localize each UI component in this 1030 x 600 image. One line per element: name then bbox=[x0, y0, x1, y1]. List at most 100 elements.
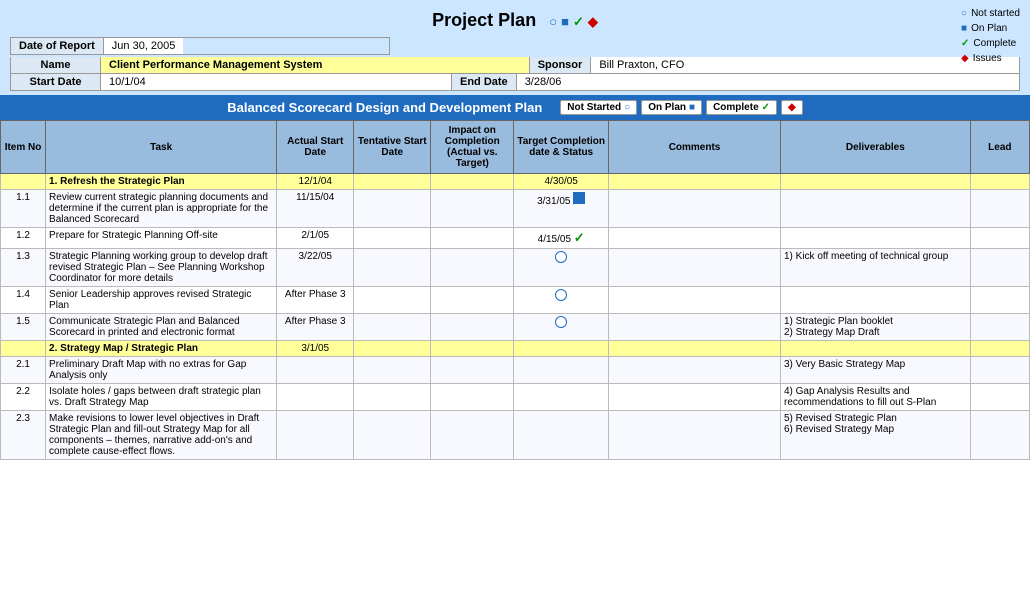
cell-deliverables: 1) Kick off meeting of technical group bbox=[780, 249, 970, 287]
cell-lead bbox=[970, 384, 1029, 411]
cell-task: 1. Refresh the Strategic Plan bbox=[46, 174, 277, 190]
sponsor-value: Bill Praxton, CFO bbox=[591, 57, 1019, 73]
cell-deliverables: 5) Revised Strategic Plan6) Revised Stra… bbox=[780, 411, 970, 460]
cell-actual-start: 2/1/05 bbox=[277, 228, 354, 249]
issues-icon: ◆ bbox=[961, 51, 969, 66]
status-circle-icon bbox=[555, 316, 567, 328]
cell-impact bbox=[431, 314, 514, 341]
cell-impact bbox=[431, 249, 514, 287]
cell-itemno bbox=[1, 174, 46, 190]
cell-deliverables: 1) Strategic Plan booklet2) Strategy Map… bbox=[780, 314, 970, 341]
cell-actual-start: After Phase 3 bbox=[277, 314, 354, 341]
cell-task: Senior Leadership approves revised Strat… bbox=[46, 287, 277, 314]
cell-tentative-start bbox=[354, 287, 431, 314]
cell-deliverables bbox=[780, 228, 970, 249]
status-square-icon bbox=[573, 192, 585, 204]
cell-itemno: 2.3 bbox=[1, 411, 46, 460]
table-row: 1.4 Senior Leadership approves revised S… bbox=[1, 287, 1030, 314]
col-header-tentative-start: Tentative Start Date bbox=[354, 121, 431, 174]
table-row: 2.1 Preliminary Draft Map with no extras… bbox=[1, 357, 1030, 384]
status-circle-icon bbox=[555, 251, 567, 263]
cell-deliverables bbox=[780, 287, 970, 314]
cell-tentative-start bbox=[354, 411, 431, 460]
cell-tentative-start bbox=[354, 384, 431, 411]
cell-actual-start bbox=[277, 357, 354, 384]
on-plan-icon: ■ bbox=[961, 21, 967, 36]
badge-not-started[interactable]: Not Started ○ bbox=[560, 100, 637, 115]
legend: ○ Not started ■ On Plan ✓ Complete ◆ Iss… bbox=[961, 6, 1020, 66]
cell-impact bbox=[431, 174, 514, 190]
cell-deliverables bbox=[780, 341, 970, 357]
cell-target: 3/31/05 bbox=[514, 190, 609, 228]
cell-impact bbox=[431, 341, 514, 357]
cell-itemno: 1.5 bbox=[1, 314, 46, 341]
diamond-icon: ◆ bbox=[588, 14, 598, 30]
cell-comments bbox=[609, 190, 781, 228]
cell-task: Make revisions to lower level objectives… bbox=[46, 411, 277, 460]
legend-complete: ✓ Complete bbox=[961, 36, 1020, 51]
page-title: Project Plan ○ ■ ✓ ◆ bbox=[10, 6, 1020, 33]
cell-target bbox=[514, 384, 609, 411]
legend-issues: ◆ Issues bbox=[961, 51, 1020, 66]
name-label: Name bbox=[11, 57, 101, 73]
start-label: Start Date bbox=[11, 74, 101, 90]
cell-target bbox=[514, 287, 609, 314]
circle-icon: ○ bbox=[549, 14, 557, 29]
check-icon: ✓ bbox=[573, 14, 584, 30]
cell-impact bbox=[431, 228, 514, 249]
cell-comments bbox=[609, 228, 781, 249]
cell-comments bbox=[609, 341, 781, 357]
cell-actual-start: After Phase 3 bbox=[277, 287, 354, 314]
status-badges: Not Started ○ On Plan ■ Complete ✓ ◆ bbox=[560, 100, 802, 115]
not-started-label: Not started bbox=[971, 6, 1020, 21]
badge-complete[interactable]: Complete ✓ bbox=[706, 100, 777, 115]
square-icon: ■ bbox=[561, 14, 569, 29]
sponsor-label: Sponsor bbox=[529, 57, 592, 73]
cell-comments bbox=[609, 411, 781, 460]
cell-comments bbox=[609, 384, 781, 411]
cell-comments bbox=[609, 287, 781, 314]
cell-lead bbox=[970, 228, 1029, 249]
cell-tentative-start bbox=[354, 190, 431, 228]
table-row: 1.1 Review current strategic planning do… bbox=[1, 190, 1030, 228]
cell-task: Preliminary Draft Map with no extras for… bbox=[46, 357, 277, 384]
cell-itemno: 1.4 bbox=[1, 287, 46, 314]
table-row: 2.2 Isolate holes / gaps between draft s… bbox=[1, 384, 1030, 411]
cell-lead bbox=[970, 411, 1029, 460]
complete-icon: ✓ bbox=[961, 36, 969, 51]
status-check-icon: ✓ bbox=[574, 230, 585, 245]
cell-task: Prepare for Strategic Planning Off-site bbox=[46, 228, 277, 249]
col-header-actual-start: Actual Start Date bbox=[277, 121, 354, 174]
cell-tentative-start bbox=[354, 357, 431, 384]
cell-deliverables: 4) Gap Analysis Results and recommendati… bbox=[780, 384, 970, 411]
cell-lead bbox=[970, 314, 1029, 341]
date-label: Date of Report bbox=[11, 38, 104, 54]
cell-lead bbox=[970, 174, 1029, 190]
cell-lead bbox=[970, 287, 1029, 314]
table-row: 1.2 Prepare for Strategic Planning Off-s… bbox=[1, 228, 1030, 249]
section-header-text: Balanced Scorecard Design and Developmen… bbox=[227, 100, 542, 115]
on-plan-label: On Plan bbox=[971, 21, 1007, 36]
col-header-target: Target Completion date & Status bbox=[514, 121, 609, 174]
cell-actual-start: 12/1/04 bbox=[277, 174, 354, 190]
cell-comments bbox=[609, 314, 781, 341]
cell-task: Strategic Planning working group to deve… bbox=[46, 249, 277, 287]
cell-deliverables bbox=[780, 190, 970, 228]
cell-actual-start bbox=[277, 411, 354, 460]
cell-target bbox=[514, 249, 609, 287]
end-value: 3/28/06 bbox=[517, 74, 1019, 90]
cell-lead bbox=[970, 190, 1029, 228]
cell-task: Review current strategic planning docume… bbox=[46, 190, 277, 228]
cell-tentative-start bbox=[354, 314, 431, 341]
badge-issues[interactable]: ◆ bbox=[781, 100, 803, 115]
cell-impact bbox=[431, 357, 514, 384]
cell-comments bbox=[609, 357, 781, 384]
cell-itemno: 1.3 bbox=[1, 249, 46, 287]
col-header-itemno: Item No bbox=[1, 121, 46, 174]
col-header-impact: Impact on Completion (Actual vs. Target) bbox=[431, 121, 514, 174]
table-row: 1.3 Strategic Planning working group to … bbox=[1, 249, 1030, 287]
col-header-comments: Comments bbox=[609, 121, 781, 174]
cell-task: Communicate Strategic Plan and Balanced … bbox=[46, 314, 277, 341]
badge-on-plan[interactable]: On Plan ■ bbox=[641, 100, 702, 115]
title-icons: ○ ■ ✓ ◆ bbox=[549, 14, 598, 30]
